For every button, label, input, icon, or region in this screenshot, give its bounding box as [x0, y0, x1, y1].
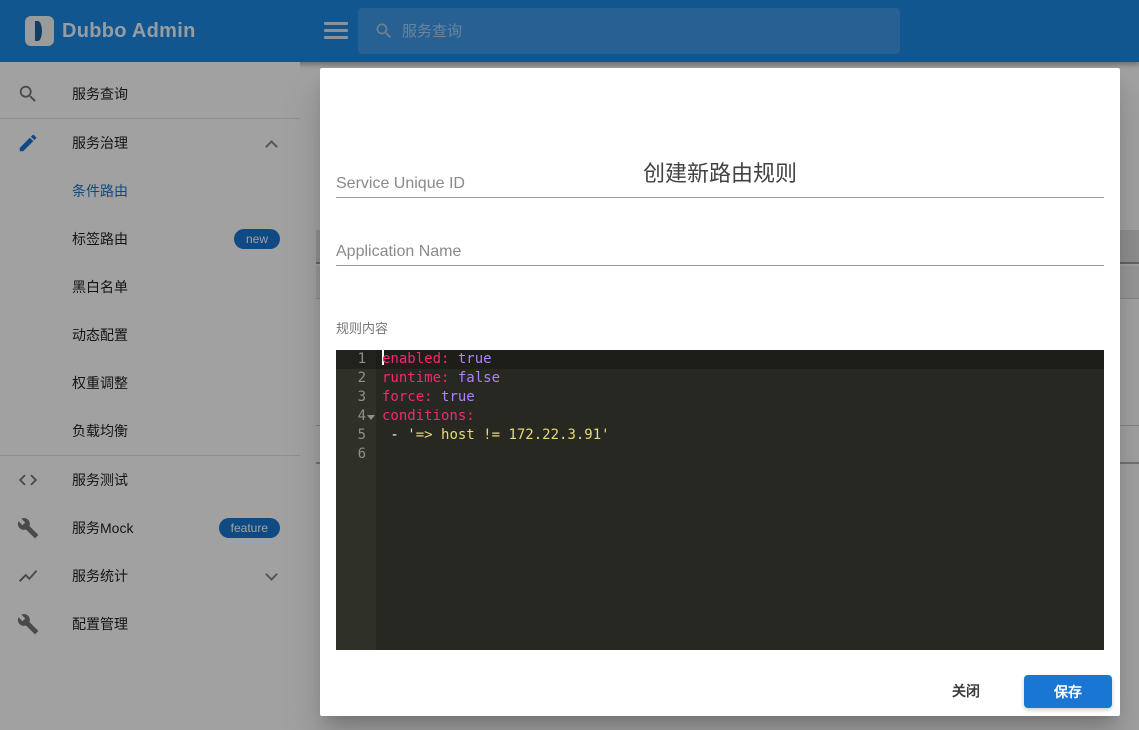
save-button[interactable]: 保存: [1024, 675, 1112, 708]
line-number: 4: [336, 407, 376, 426]
close-button[interactable]: 关闭: [936, 675, 996, 708]
line-number: 3: [336, 388, 376, 407]
code-line: enabled:true: [376, 350, 1104, 369]
line-number: 5: [336, 426, 376, 445]
create-route-rule-dialog: 创建新路由规则 规则内容 1 2 3 4 5 6 enabled:true ru…: [320, 68, 1120, 716]
rule-content-label: 规则内容: [336, 318, 388, 337]
application-name-field[interactable]: [336, 238, 1104, 266]
yaml-code-editor[interactable]: 1 2 3 4 5 6 enabled:true runtime:false f…: [336, 350, 1104, 650]
code-line: [376, 445, 1104, 464]
code-line: - '=> host != 172.22.3.91': [376, 426, 1104, 445]
editor-code-area: enabled:true runtime:false force:true co…: [376, 350, 1104, 650]
fold-arrow-icon[interactable]: [367, 415, 375, 420]
service-unique-id-field[interactable]: [336, 170, 1104, 198]
line-number: 2: [336, 369, 376, 388]
code-line: force:true: [376, 388, 1104, 407]
line-number: 6: [336, 445, 376, 464]
editor-gutter: 1 2 3 4 5 6: [336, 350, 376, 650]
code-line: runtime:false: [376, 369, 1104, 388]
line-number: 1: [336, 350, 376, 369]
code-line: conditions:: [376, 407, 1104, 426]
